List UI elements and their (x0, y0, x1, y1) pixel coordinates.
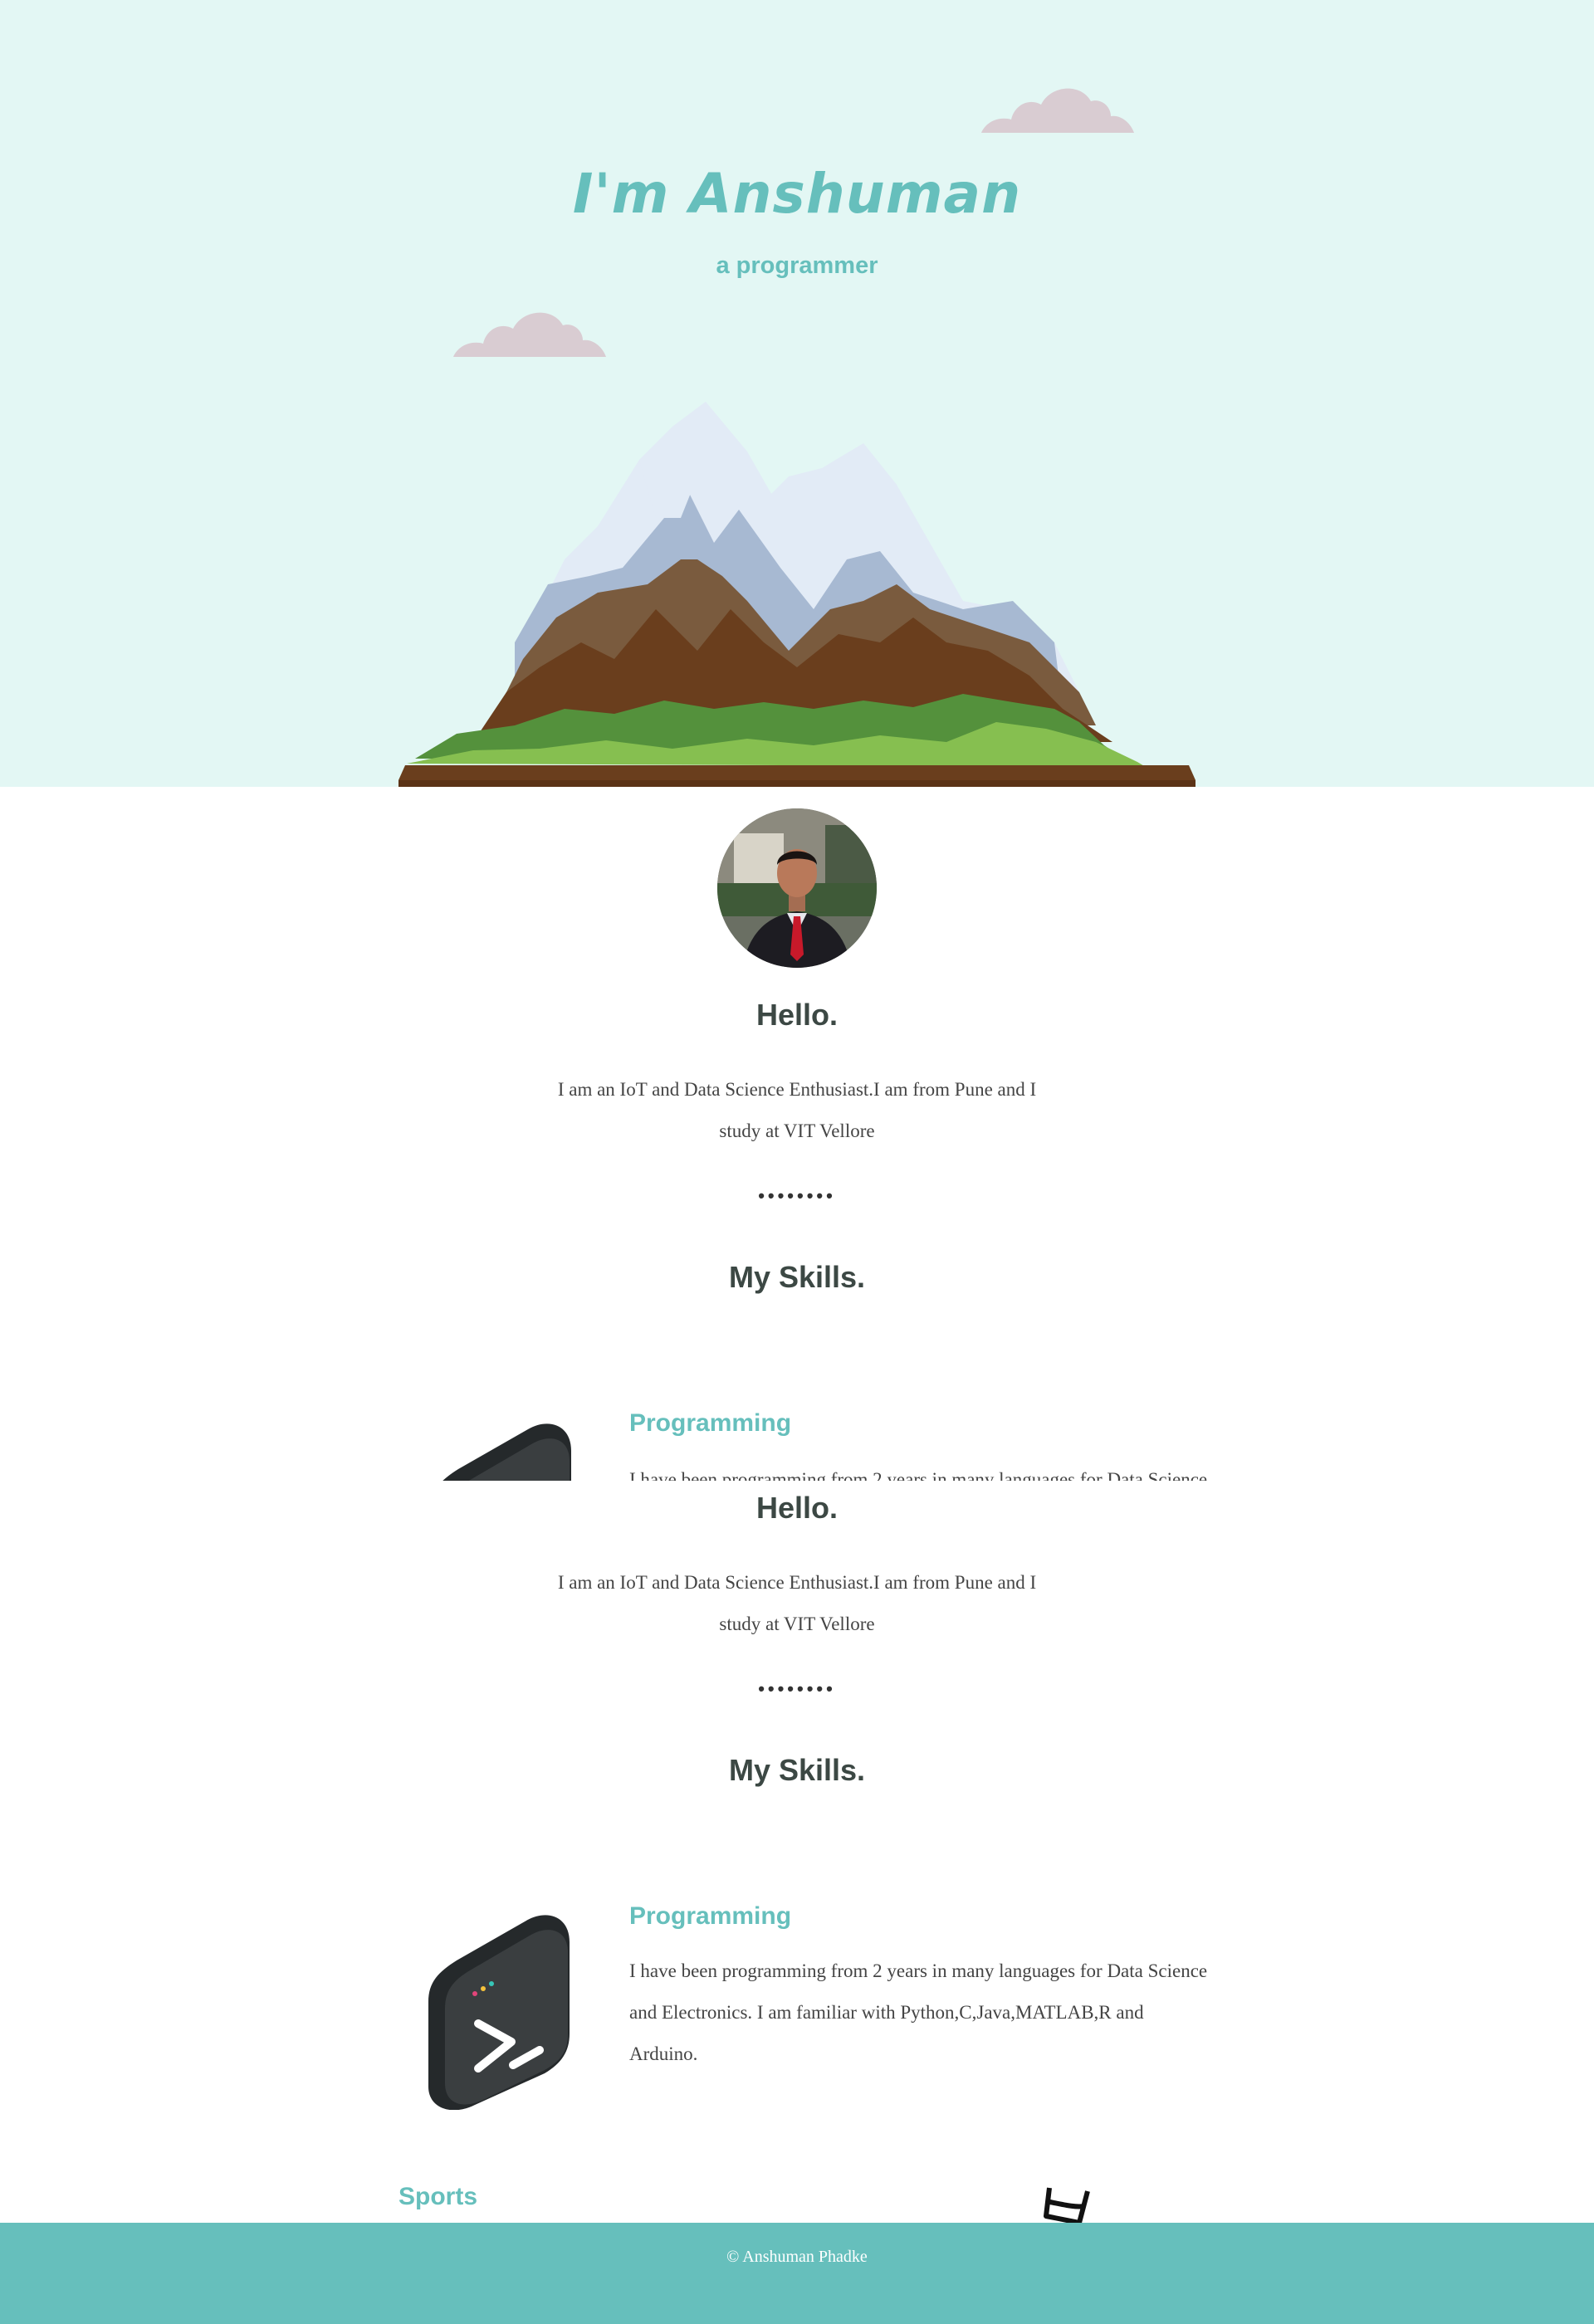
hero-title: I'm Anshuman (572, 162, 1022, 226)
hello-heading: Hello. (755, 998, 838, 1032)
skill-title-sports: Sports (398, 2183, 478, 2210)
hero-section: I'm Anshuman a programmer (0, 0, 1594, 787)
hero-subtitle: a programmer (716, 252, 878, 279)
mountain-illustration (398, 402, 1196, 787)
terminal-icon (428, 1915, 570, 2110)
avatar (717, 808, 877, 968)
skill-text-programming: I have been programming from 2 years in … (629, 1469, 1208, 1481)
skill-title-programming: Programming (629, 1409, 792, 1437)
footer-copyright: © Anshuman Phadke (726, 2248, 868, 2266)
intro-text: I am an IoT and Data Science Enthusiast.… (557, 1079, 1037, 1141)
barbell-icon (1044, 2187, 1090, 2223)
skills-heading: My Skills. (728, 1753, 866, 1787)
skills-heading: My Skills. (728, 1260, 866, 1294)
hello-heading: Hello. (755, 1491, 838, 1525)
skill-text-programming: I have been programming from 2 years in … (629, 1960, 1208, 2064)
about-section: Hello. I am an IoT and Data Science Enth… (0, 787, 1594, 1481)
about-section-repeat: Hello. I am an IoT and Data Science Enth… (0, 1481, 1594, 2223)
cloud-illustration (453, 312, 606, 357)
footer: © Anshuman Phadke (0, 2223, 1594, 2324)
cloud-illustration (981, 88, 1134, 133)
divider-dots: •••••••• (758, 1185, 836, 1206)
intro-text: I am an IoT and Data Science Enthusiast.… (557, 1572, 1037, 1634)
divider-dots: •••••••• (758, 1678, 836, 1699)
terminal-icon (443, 1423, 571, 1481)
skill-title-programming: Programming (629, 1902, 792, 1930)
